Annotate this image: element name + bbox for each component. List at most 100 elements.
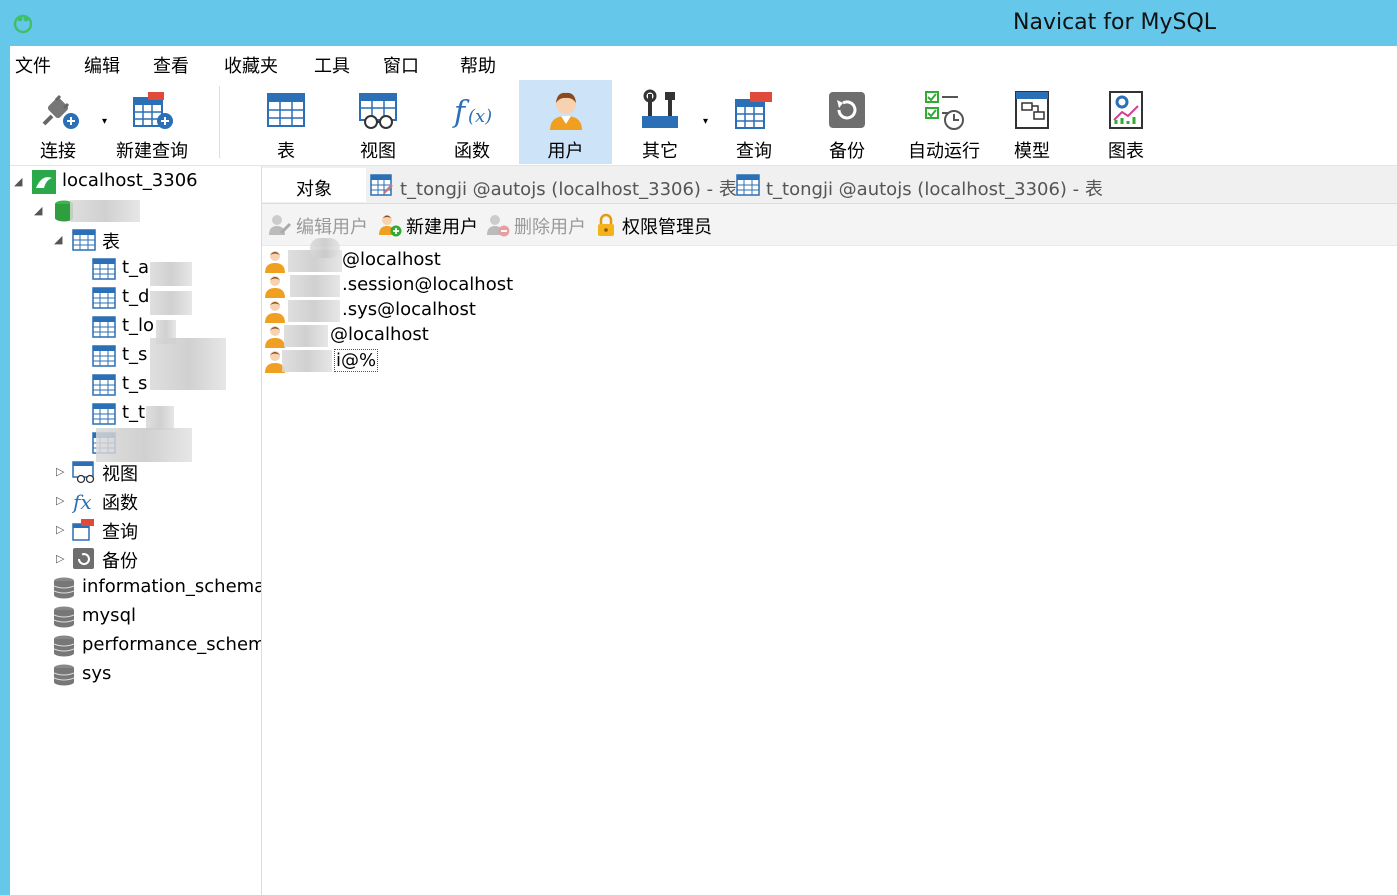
tree-backups-group[interactable]: ▷ 备份 [10,545,260,573]
edit-user-button[interactable]: 编辑用户 [268,212,372,238]
tree-connection-localhost[interactable]: ◢ localhost_3306 [10,168,260,196]
tree-database-mysql[interactable]: mysql [10,603,260,631]
blurred-user-name [284,325,328,347]
delete-user-icon [487,215,510,237]
user-icon [265,276,285,298]
tree-table-item[interactable]: t_a [10,255,260,283]
model-icon [1015,91,1049,129]
tree-views-group[interactable]: ▷ 视图 [10,458,260,486]
object-toolbar: 编辑用户 新建用户 删除用户 权限管理员 [262,204,1397,246]
blurred-table-name [146,406,174,430]
table-name: t_lo [122,315,155,336]
menu-file[interactable]: 文件 [15,52,51,78]
window-left-edge [0,46,10,895]
expand-arrow-icon[interactable]: ▷ [56,523,64,536]
expand-arrow-icon[interactable]: ▷ [56,494,64,507]
backups-label: 备份 [102,551,138,572]
view-icon [72,461,95,484]
user-button[interactable]: 用户 [519,80,612,164]
menu-window[interactable]: 窗口 [383,52,419,78]
user-name: @localhost [342,249,441,270]
model-label: 模型 [1014,141,1050,162]
user-icon [549,92,582,130]
user-name: @localhost [330,324,429,345]
tree-table-item[interactable]: t_d [10,284,260,312]
table-icon [92,374,116,396]
connect-label: 连接 [40,141,76,162]
view-button[interactable]: 视图 [332,80,424,164]
backup-button[interactable]: 备份 [801,80,893,164]
connect-dropdown-arrow-icon[interactable]: ▾ [102,116,107,127]
user-name: i@% [334,349,379,372]
tree-database-sys[interactable]: sys [10,661,260,689]
user-icon [265,251,285,273]
mysql-connection-icon [32,170,56,194]
navigation-tree: ◢ localhost_3306 ◢ ◢ 表 t_a t_d t_lo t_s … [10,166,262,895]
other-button[interactable]: 其它 [614,80,706,164]
edit-user-label: 编辑用户 [296,217,368,238]
menu-help[interactable]: 帮助 [460,52,496,78]
svg-text:(x): (x) [468,106,492,127]
navicat-logo-icon [13,14,33,34]
schedule-button[interactable]: 自动运行 [894,80,994,164]
window-title: Navicat for MySQL [1013,10,1217,35]
database-name: sys [82,663,112,684]
blurred-user-name [282,350,332,372]
tree-functions-group[interactable]: ▷ fx 函数 [10,487,260,515]
view-label: 视图 [360,141,396,162]
database-icon [53,577,75,599]
lock-icon [598,213,614,236]
tree-queries-group[interactable]: ▷ 查询 [10,516,260,544]
tab-table-t-tongji[interactable]: t_tongji @autojs (localhost_3306) - 表 [368,168,737,202]
chart-icon [1109,91,1143,129]
database-icon [53,664,75,686]
tree-database-information-schema[interactable]: information_schema [10,574,261,602]
connect-button[interactable]: 连接 [16,80,100,164]
function-button[interactable]: f (x) 函数 [426,80,518,164]
collapse-arrow-icon[interactable]: ◢ [54,233,62,246]
chart-label: 图表 [1108,141,1144,162]
tree-database[interactable]: ◢ [10,197,260,225]
collapse-arrow-icon[interactable]: ◢ [14,175,22,188]
blurred-table-name [96,428,192,462]
menu-favorites[interactable]: 收藏夹 [224,52,278,78]
new-query-label: 新建查询 [116,141,188,162]
menu-tools[interactable]: 工具 [314,52,350,78]
tab-title: t_tongji @autojs (localhost_3306) - 表 [766,179,1103,200]
table-name: t_d [122,286,150,307]
user-list: @localhost .session@localhost .sys@local… [262,238,1397,895]
expand-arrow-icon[interactable]: ▷ [56,465,64,478]
tab-bar: 对象 t_tongji @autojs (localhost_3306) - 表… [262,166,1397,204]
tree-table-item[interactable]: t_lo [10,313,260,341]
user-icon [265,301,285,323]
menu-view[interactable]: 查看 [153,52,189,78]
delete-user-button[interactable]: 删除用户 [486,212,590,238]
model-button[interactable]: 模型 [986,80,1078,164]
tree-tables-group[interactable]: ◢ 表 [10,226,260,254]
menu-bar: 文件 编辑 查看 收藏夹 工具 窗口 帮助 [10,46,1397,80]
new-query-button[interactable]: 新建查询 [108,80,196,164]
collapse-arrow-icon[interactable]: ◢ [34,204,42,217]
chart-button[interactable]: 图表 [1080,80,1172,164]
query-button[interactable]: 查询 [708,80,800,164]
expand-arrow-icon[interactable]: ▷ [56,552,64,565]
toolbar-separator [219,86,220,158]
tree-database-performance-schema[interactable]: performance_schema [10,632,261,660]
database-icon [53,635,75,657]
tab-table-t-tongji[interactable]: t_tongji @autojs (localhost_3306) - 表 [734,168,1103,202]
tab-objects-label: 对象 [296,179,332,200]
table-icon [92,258,116,280]
table-icon [92,345,116,367]
blurred-user-name [310,238,340,258]
table-button[interactable]: 表 [240,80,332,164]
svg-text:fx: fx [72,490,92,513]
privilege-manager-button[interactable]: 权限管理员 [594,212,718,238]
table-name: t_a [122,257,150,278]
menu-edit[interactable]: 编辑 [84,52,120,78]
blurred-table-name [150,291,192,315]
tree-table-item[interactable]: t_t [10,400,260,428]
tab-objects[interactable]: 对象 [262,168,366,202]
privilege-manager-label: 权限管理员 [622,217,712,238]
new-user-button[interactable]: 新建用户 [378,212,482,238]
tables-label: 表 [102,232,120,253]
